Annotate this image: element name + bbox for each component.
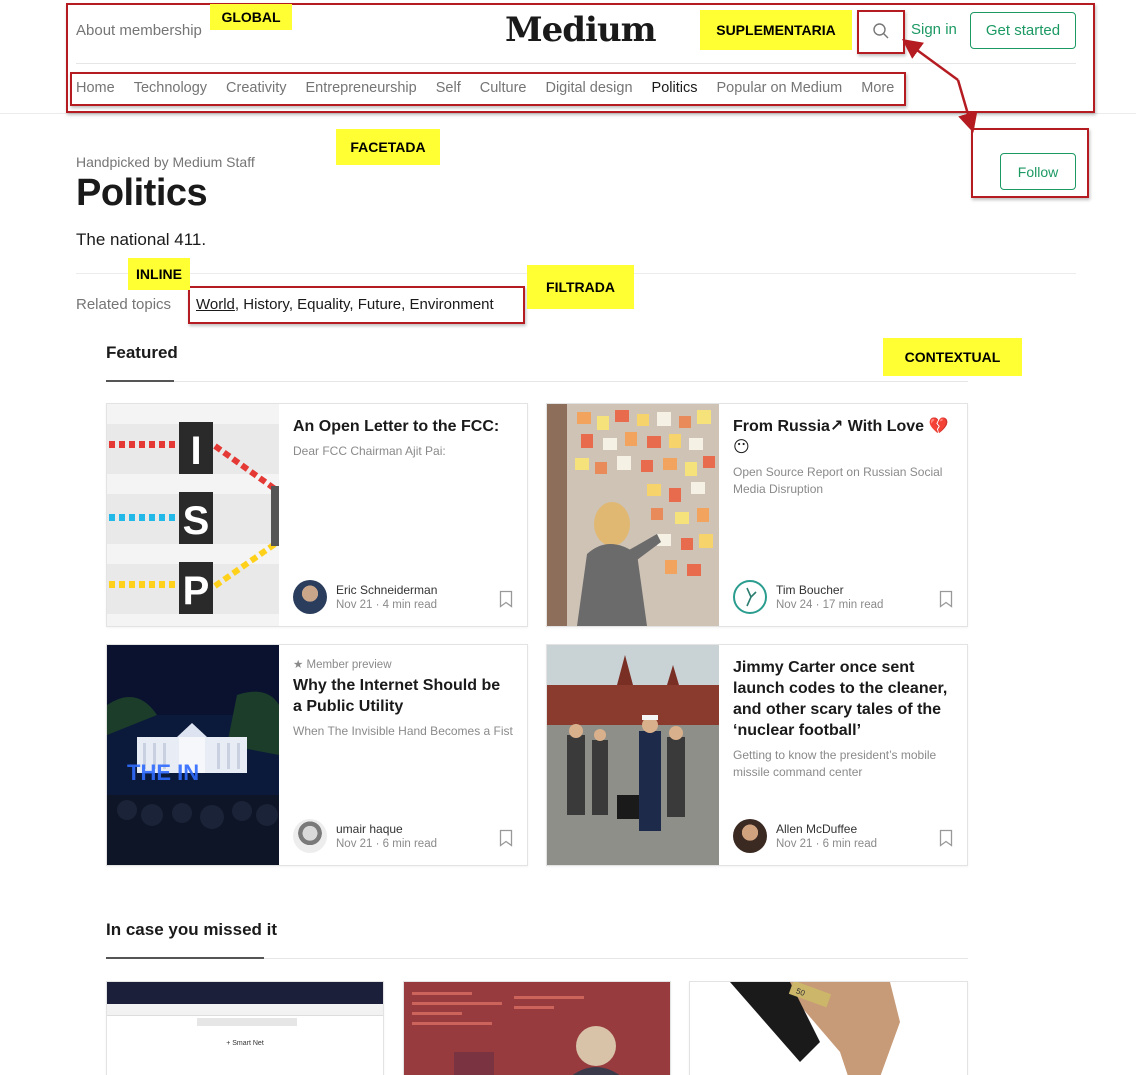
website-screenshot-bar: [197, 1018, 297, 1026]
bookmark-icon[interactable]: [499, 590, 513, 608]
story-card[interactable]: I S P An Open Letter to the FCC: Dear FC…: [106, 403, 528, 627]
svg-text:I: I: [190, 429, 201, 473]
author-row: Tim Boucher Nov 24 · 17 min read: [733, 580, 883, 614]
white-house-night-image: THE IN: [107, 645, 279, 865]
story-subtitle: When The Invisible Hand Becomes a Fist: [293, 724, 513, 738]
author-name[interactable]: Tim Boucher: [776, 583, 883, 597]
author-row: Allen McDuffee Nov 21 · 6 min read: [733, 819, 877, 853]
website-screenshot-tabs: [107, 1004, 383, 1016]
annotation-arrows: [901, 39, 978, 133]
bookmark-icon[interactable]: [939, 590, 953, 608]
code-overlay-image: [404, 982, 670, 1075]
featured-underline: [106, 380, 174, 382]
annotation-label-inline: INLINE: [128, 258, 190, 290]
svg-text:P: P: [183, 569, 210, 613]
annotation-label-contextual: CONTEXTUAL: [883, 338, 1022, 376]
story-meta: Nov 21 · 4 min read: [336, 599, 437, 611]
website-screenshot-header: [107, 982, 383, 1004]
topic-description: The national 411.: [76, 230, 207, 249]
member-preview-label: ★ Member preview: [293, 659, 392, 671]
isp-graphic-image: I S P: [107, 404, 279, 626]
story-meta: Nov 21 · 6 min read: [336, 838, 437, 850]
author-name[interactable]: Allen McDuffee: [776, 822, 877, 836]
story-subtitle: Getting to know the president’s mobile m…: [733, 748, 937, 779]
missed-heading: In case you missed it: [106, 920, 278, 939]
annotation-label-facetada: FACETADA: [336, 129, 440, 165]
story-meta: Nov 24 · 17 min read: [776, 599, 884, 611]
story-card[interactable]: From Russia↗ With Love 💔😶 Open Source Re…: [546, 403, 968, 627]
author-row: umair haque Nov 21 · 6 min read: [293, 819, 437, 853]
story-subtitle: Dear FCC Chairman Ajit Pai:: [293, 444, 446, 458]
hand-money-image: 50: [690, 982, 967, 1075]
annotation-label-filtrada: FILTRADA: [527, 265, 634, 309]
missed-card[interactable]: + Smart Net: [106, 981, 384, 1075]
bookmark-icon[interactable]: [939, 829, 953, 847]
story-title[interactable]: From Russia↗ With Love 💔😶: [733, 416, 953, 458]
author-name[interactable]: Eric Schneiderman: [336, 583, 437, 597]
annotation-box-filtrada: [188, 286, 525, 324]
featured-divider: [106, 381, 968, 382]
svg-text:S: S: [183, 499, 210, 543]
sticky-notes-wall-image: [547, 404, 719, 626]
annotation-label-global: GLOBAL: [210, 4, 292, 30]
story-title[interactable]: An Open Letter to the FCC:: [293, 416, 513, 437]
annotation-box-facetada: [70, 72, 906, 106]
handpicked-label: Handpicked by Medium Staff: [76, 154, 255, 170]
bookmark-icon[interactable]: [499, 829, 513, 847]
missed-card[interactable]: [403, 981, 671, 1075]
avatar[interactable]: [293, 580, 327, 614]
website-screenshot-text: + Smart Net: [226, 1040, 264, 1047]
author-row: Eric Schneiderman Nov 21 · 4 min read: [293, 580, 437, 614]
story-meta: Nov 21 · 6 min read: [776, 838, 877, 850]
annotation-label-suplementaria: SUPLEMENTARIA: [700, 10, 852, 50]
author-name[interactable]: umair haque: [336, 822, 437, 836]
avatar[interactable]: [733, 580, 767, 614]
story-card[interactable]: Jimmy Carter once sent launch codes to t…: [546, 644, 968, 866]
missed-underline: [106, 957, 264, 959]
page-title: Politics: [76, 172, 208, 214]
featured-heading: Featured: [106, 343, 178, 362]
story-card[interactable]: THE IN ★ Member preview Why the Internet…: [106, 644, 528, 866]
avatar[interactable]: [293, 819, 327, 853]
story-title[interactable]: Why the Internet Should be a Public Util…: [293, 675, 513, 717]
related-topics-label: Related topics: [76, 296, 172, 313]
red-square-officers-image: [547, 645, 719, 865]
svg-text:THE IN: THE IN: [127, 760, 199, 785]
missed-card[interactable]: 50: [689, 981, 968, 1075]
avatar[interactable]: [733, 819, 767, 853]
story-title[interactable]: Jimmy Carter once sent launch codes to t…: [733, 657, 953, 741]
story-subtitle: Open Source Report on Russian Social Med…: [733, 465, 943, 496]
